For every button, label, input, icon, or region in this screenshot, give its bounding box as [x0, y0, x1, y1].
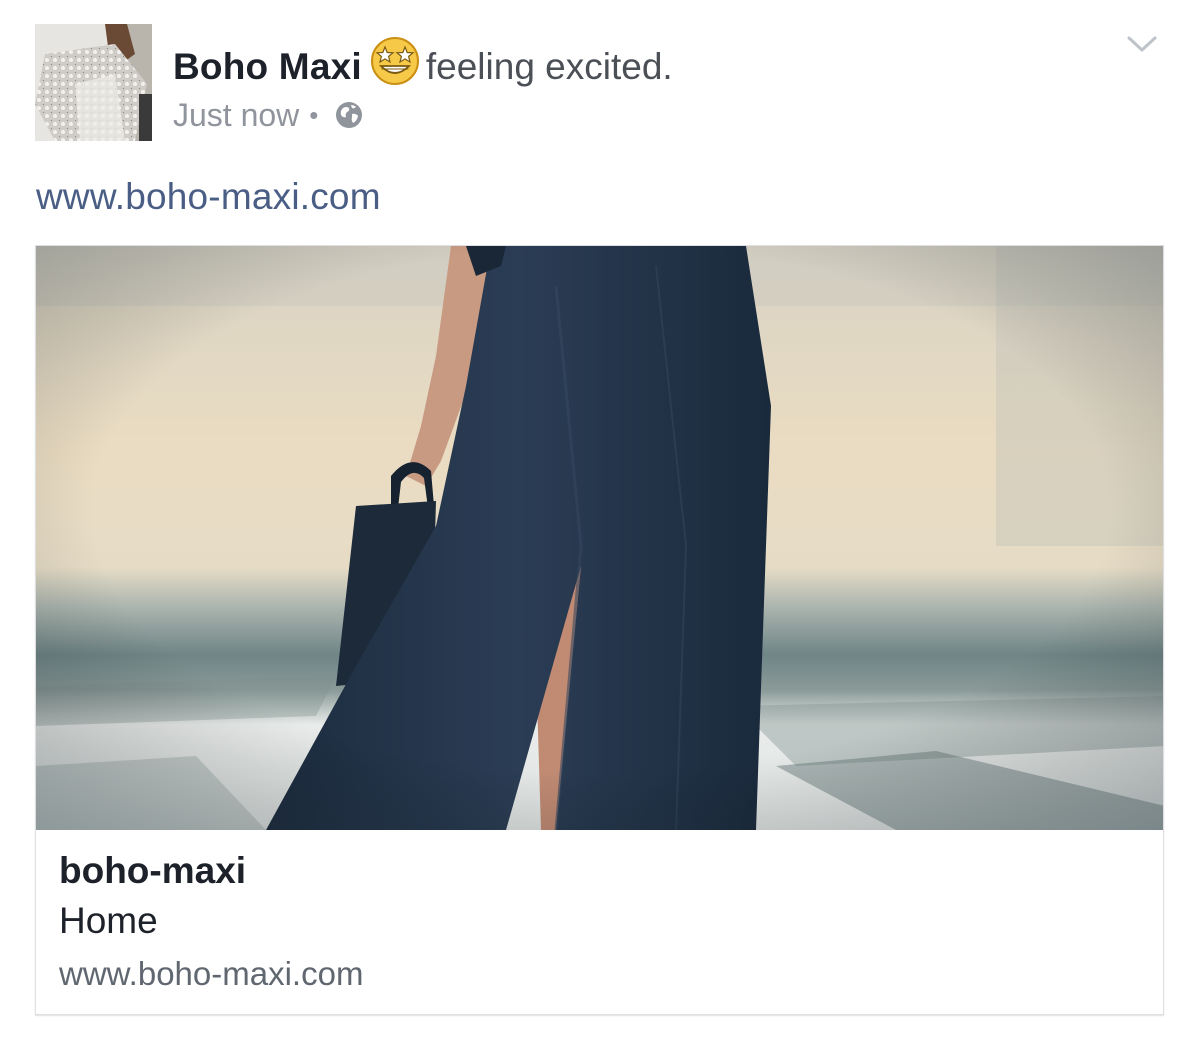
globe-icon[interactable] [334, 100, 364, 130]
link-preview-caption[interactable]: boho-maxi Home www.boho-maxi.com [36, 830, 1163, 1014]
author-name[interactable]: Boho Maxi [173, 46, 362, 88]
link-preview-image[interactable] [36, 246, 1163, 830]
star-struck-emoji-icon [370, 36, 420, 86]
link-preview-domain: www.boho-maxi.com [59, 955, 364, 992]
feeling-text: feeling excited. [425, 46, 673, 87]
post-body-link[interactable]: www.boho-maxi.com [36, 176, 381, 218]
link-preview-subtitle: Home [59, 900, 158, 941]
post-header: Boho Maxi feeling excited. [173, 36, 673, 98]
post-meta: Just now • [173, 93, 364, 137]
meta-separator: • [309, 99, 319, 130]
avatar[interactable] [35, 24, 152, 141]
link-preview-title: boho-maxi [59, 850, 247, 891]
chevron-down-icon[interactable] [1124, 26, 1160, 62]
timestamp[interactable]: Just now [173, 97, 299, 134]
avatar-image [35, 24, 152, 141]
link-preview-card[interactable]: boho-maxi Home www.boho-maxi.com [35, 245, 1164, 1015]
